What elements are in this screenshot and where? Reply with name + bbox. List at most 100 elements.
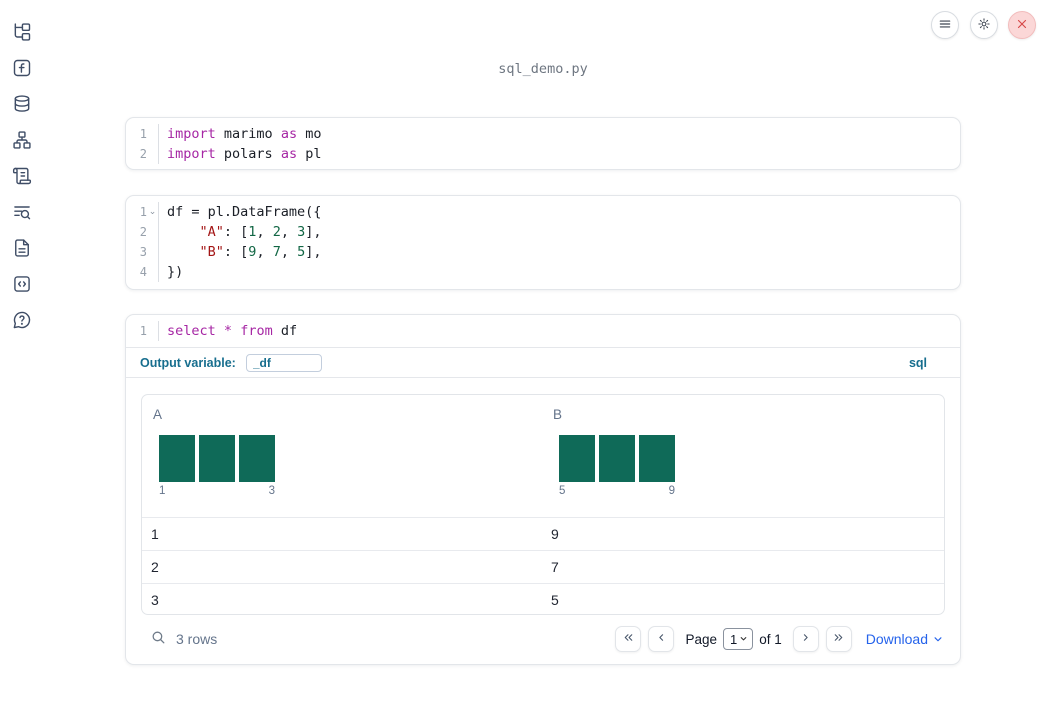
sidebar-item-documentation[interactable]: [11, 238, 33, 260]
page-label: Page: [685, 631, 717, 647]
page-select-value: 1: [729, 631, 738, 647]
sidebar-item-dependency-graph[interactable]: [11, 130, 33, 152]
histogram-bar: [599, 435, 635, 482]
table-cell: 7: [551, 559, 559, 575]
sidebar-item-data-sources[interactable]: [11, 94, 33, 116]
sidebar-item-help[interactable]: [11, 310, 33, 332]
language-badge-sql[interactable]: sql: [909, 356, 927, 370]
table-footer: 3 rows Page 1 of 1 Download: [141, 623, 945, 655]
histogram-min-label: 5: [559, 485, 566, 497]
histogram-bar: [159, 435, 195, 482]
close-icon: [1015, 17, 1029, 34]
notebook-title[interactable]: sql_demo.py: [125, 61, 961, 77]
table-header-row: A 1 3 B 5 9: [142, 395, 944, 518]
table-cell: 3: [151, 592, 159, 608]
sidebar-item-snippets[interactable]: [11, 274, 33, 296]
histogram-bar: [239, 435, 275, 482]
page-total-label: of 1: [759, 631, 782, 647]
code-line[interactable]: 4}): [126, 262, 960, 282]
code-text: import marimo as mo: [167, 126, 322, 142]
sidebar-item-logs[interactable]: [11, 166, 33, 188]
file-text-icon: [12, 238, 32, 261]
sidebar-item-variables[interactable]: [11, 58, 33, 80]
chevron-left-icon: [655, 631, 668, 647]
code-text: "A": [1, 2, 3],: [199, 224, 322, 240]
sql-code-editor[interactable]: 1 select * from df: [126, 315, 960, 348]
chevrons-right-icon: [832, 631, 845, 647]
code-line[interactable]: 2 import polars as pl: [126, 144, 960, 164]
gear-icon: [977, 17, 991, 34]
next-page-button[interactable]: [792, 626, 819, 652]
cell-output-area: A 1 3 B 5 9 192735 3 rows Page 1 of 1 Do…: [126, 378, 960, 666]
code-editor[interactable]: 1 import marimo as mo 2 import polars as pl: [126, 118, 960, 170]
table-cell: 1: [151, 526, 159, 542]
histogram-max-label: 3: [268, 485, 275, 497]
line-number-gutter: 2: [126, 144, 159, 164]
shutdown-button[interactable]: [1008, 11, 1036, 39]
code-line[interactable]: 3 "B": [9, 7, 5],: [126, 242, 960, 262]
table-cell: 2: [151, 559, 159, 575]
menu-button[interactable]: [931, 11, 959, 39]
chevrons-left-icon: [622, 631, 635, 647]
list-search-icon: [12, 202, 32, 225]
row-count-label: 3 rows: [176, 631, 218, 647]
table-row[interactable]: 27: [142, 551, 944, 584]
fold-chevron-icon[interactable]: ⌄: [147, 202, 158, 222]
code-text: select * from df: [167, 323, 298, 339]
scroll-icon: [12, 166, 32, 189]
left-sidebar: [0, 0, 44, 713]
code-line[interactable]: 1 ⌄ df = pl.DataFrame({: [126, 202, 960, 222]
code-snippet-icon: [12, 274, 32, 297]
line-number-gutter: 1: [126, 124, 159, 144]
histogram-axis-labels: 5 9: [559, 485, 675, 497]
code-line[interactable]: 1 select * from df: [126, 321, 960, 341]
first-page-button[interactable]: [615, 626, 642, 652]
column-header-b[interactable]: B 5 9: [542, 395, 944, 517]
line-number-gutter: 1: [126, 321, 159, 341]
line-number-gutter: 3: [126, 242, 159, 262]
last-page-button[interactable]: [825, 626, 852, 652]
download-button[interactable]: Download: [866, 630, 945, 649]
table-search-button[interactable]: [150, 629, 167, 649]
histogram-max-label: 9: [668, 485, 675, 497]
help-bubble-icon: [12, 310, 32, 333]
code-cell-dataframe: 1 ⌄ df = pl.DataFrame({2 "A": [1, 2, 3], 3 …: [125, 195, 961, 290]
page-select[interactable]: 1: [722, 628, 754, 650]
column-name: B: [553, 407, 563, 422]
histogram-bar: [199, 435, 235, 482]
chevron-right-icon: [799, 631, 812, 647]
function-icon: [12, 58, 32, 81]
table-body: 192735: [142, 518, 944, 614]
table-row[interactable]: 19: [142, 518, 944, 551]
file-tree-icon: [12, 22, 32, 45]
download-label: Download: [865, 631, 928, 647]
code-line[interactable]: 1 import marimo as mo: [126, 124, 960, 144]
table-cell: 9: [551, 526, 559, 542]
column-histogram: [159, 435, 275, 482]
column-name: A: [153, 407, 163, 422]
pagination-controls: Page 1 of 1 Download: [615, 626, 945, 652]
code-text: }): [167, 264, 184, 280]
previous-page-button[interactable]: [648, 626, 675, 652]
histogram-bar: [639, 435, 675, 482]
chevron-down-icon: [738, 632, 749, 647]
table-row[interactable]: 35: [142, 584, 944, 614]
code-line[interactable]: 2 "A": [1, 2, 3],: [126, 222, 960, 242]
column-header-a[interactable]: A 1 3: [142, 395, 542, 517]
sidebar-item-file-explorer[interactable]: [11, 22, 33, 44]
sql-cell-footer: Output variable: sql: [126, 348, 960, 378]
histogram-min-label: 1: [159, 485, 166, 497]
line-number-gutter: 2: [126, 222, 159, 242]
settings-button[interactable]: [970, 11, 998, 39]
column-histogram: [559, 435, 675, 482]
search-icon: [150, 629, 167, 649]
output-variable-label: Output variable:: [140, 355, 236, 370]
line-number-gutter: 4: [126, 262, 159, 282]
output-variable-input[interactable]: [245, 353, 322, 372]
code-editor[interactable]: 1 ⌄ df = pl.DataFrame({2 "A": [1, 2, 3], 3 …: [126, 196, 960, 288]
code-text: "B": [9, 7, 5],: [199, 244, 322, 260]
histogram-bar: [559, 435, 595, 482]
code-cell-imports: 1 import marimo as mo 2 import polars as pl: [125, 117, 961, 170]
code-text: import polars as pl: [167, 146, 322, 162]
sidebar-item-outline-search[interactable]: [11, 202, 33, 224]
